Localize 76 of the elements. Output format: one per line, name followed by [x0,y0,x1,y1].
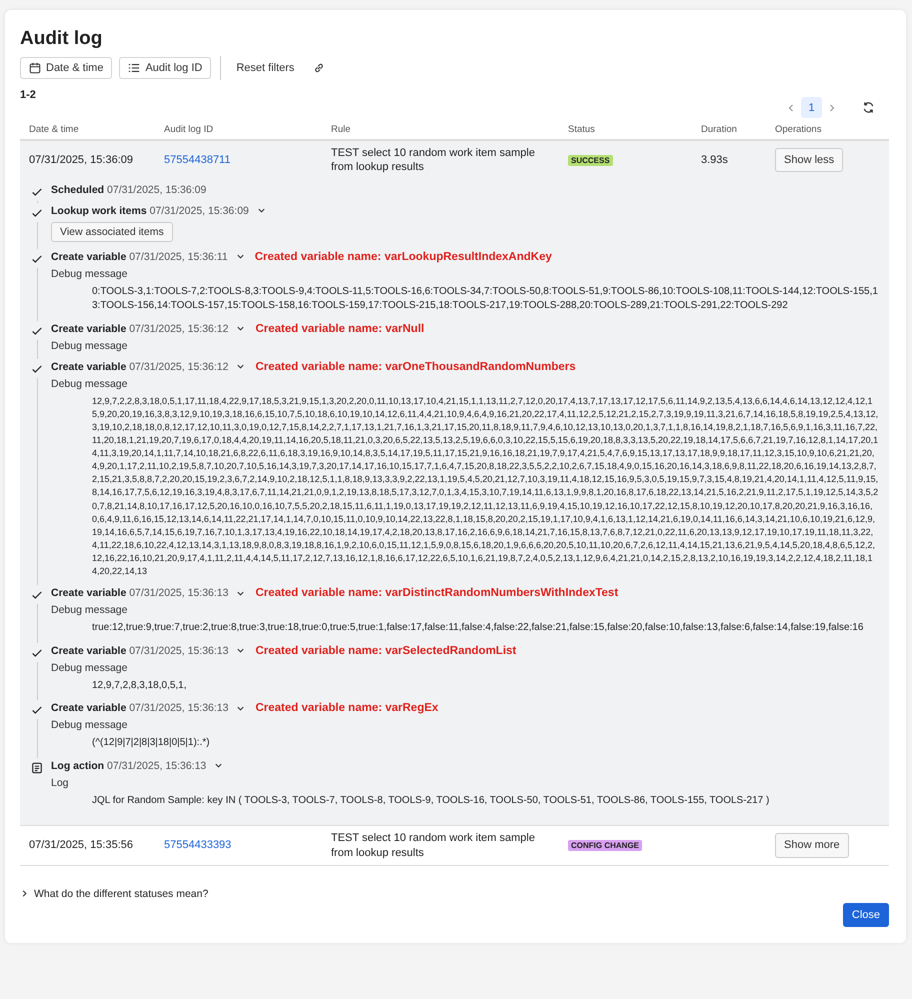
detail-text: 12,9,7,2,2,8,3,18,0,5,1,17,11,18,4,22,9,17,18,5,3,21,9,15,1,3,20,2,20,0,11,10,13,17,10,4,21,15,1,1,13,11,2,7,12,0,20,17,4,13,7,17,13,17,12,17,5,6,11,14,9,2,13,5,4,13,6,6,14,4,6,14,13,12,12,4,12,15,9,20,20,19,16,3,8,3,12,9,10,19,3,18,16,6,15,10,7,5,10,18,6,10,19,10,14,12,6,11,4,4,21,10,9,4,6,4,9,16,21,20,22,17,4,11,12,2,5,12,21,2,15,2,7,3,19,9,19,11,3,21,6,7,14,16,18,5,8,19,19,2,5,4,13,12,3,19,10,2,18,18,0,8,12,17,12,10,11,3,0,19,0,12,7,15,8,14,2,2,7,1,17,13,1,21,7,16,1,3,21,17,15,20,11,8,18,9,11,7,9,4,6,10,12,13,10,13,0,20,1,3,7,1,1,8,16,14,19,8,2,1,18,7,16,5,6,9,1,16,3,11,16,7,22,11,20,18,1,21,19,20,7,19,6,17,0,18,4,4,20,19,11,14,16,20,5,18,11,21,0,3,20,6,5,22,13,5,13,2,5,19,6,6,0,3,10,22,15,5,15,6,19,20,18,8,3,3,13,5,20,22,19,18,14,17,5,6,6,7,21,19,7,16,12,8,1,14,17,20,14,11,3,19,20,14,1,11,7,14,10,18,21,6,8,22,6,11,6,18,3,19,16,9,10,14,8,3,5,14,17,19,5,11,17,15,21,9,16,16,18,21,19,7,9,17,4,21,5,4,7,6,9,15,13,17,13,17,18,9,9,18,17,11,12,3,15,10,9,10,6,21,21,20,4,9,20,1,17,2,11,10,2,19,5,8,7,10,20,7,10,5,16,14,3,19,7,3,20,17,14,17,16,10,15,17,7,1,6,4,7,15,20,8,18,22,3,5,5,2,2,10,2,6,7,15,18,4,9,0,15,16,20,16,14,3,18,6,9,8,11,22,18,20,6,16,19,14,13,2,8,7,2,15,21,3,5,8,8,7,2,20,20,15,19,2,3,6,7,2,14,9,10,2,18,12,5,1,1,8,18,9,13,3,3,9,2,22,13,1,19,5,4,5,20,21,12,7,10,3,19,11,4,18,12,15,16,9,5,3,0,5,19,15,9,7,3,15,4,8,19,21,4,20,14,1,11,4,12,5,11,9,15,8,14,16,17,7,5,6,12,19,16,3,19,4,8,3,17,6,7,11,14,21,21,0,9,1,2,19,13,8,18,5,17,3,12,7,0,1,3,4,15,3,10,7,19,14,11,6,13,1,9,9,8,1,20,16,8,17,6,18,22,13,14,21,5,16,2,21,9,11,2,17,5,1,19,12,5,14,3,5,20,7,8,21,14,8,10,17,16,17,12,5,20,16,10,0,16,10,7,5,5,20,2,18,15,11,6,11,1,19,0,13,17,19,19,2,12,11,12,13,11,6,9,19,4,15,10,19,12,16,10,17,22,12,15,8,10,19,12,20,10,17,8,20,20,21,9,16,3,16,16,0,6,4,9,11,6,16,15,12,13,14,6,14,11,22,21,17,14,1,14,7,0,10,15,11,0,10,9,10,14,22,13,22,8,1,18,15,8,20,20,2,15,19,1,17,10,9,4,1,6,13,1,12,14,21,6,19,0,14,11,16,6,14,3,14,21,10,6,10,19,21,6,12,9,19,14,16,6,5,7,14,15,6,19,7,16,7,10,1,3,17,13,4,19,16,22,10,18,14,19,17,4,2,18,20,13,8,17,16,2,16,6,9,6,18,14,21,7,16,15,8,13,7,6,8,7,12,21,0,22,11,6,20,13,13,9,12,17,19,10,17,19,11,18,11,3,22,4,11,22,18,6,10,22,4,12,13,14,3,1,13,18,9,8,0,8,3,19,18,8,16,1,9,2,10,6,0,15,11,12,1,5,9,0,8,15,6,18,20,1,9,6,6,6,20,20,5,10,11,10,20,6,7,2,6,12,11,4,14,15,21,13,6,21,9,5,4,14,5,20,18,4,8,6,5,12,2,12,16,22,16,10,21,20,9,17,4,1,11,2,11,4,4,14,5,11,17,2,12,7,13,16,12,1,8,16,6,17,12,22,6,5,10,1,6,21,19,8,7,2,4,0,5,2,13,1,12,9,6,4,21,21,0,14,2,15,2,8,13,2,10,16,19,19,3,14,2,2,12,4,18,2,11,18,14,20,22,14,13 [92,394,879,578]
caret-icon[interactable] [236,646,246,656]
audit-log-id-link[interactable]: 57554438711 [164,154,230,166]
caret-icon[interactable] [236,324,246,334]
table-cell-text: TEST select 10 random work item sample from lookup results [330,146,536,175]
detail-label: Debug message [51,719,128,732]
column-header: Status [567,124,596,135]
close-button[interactable]: Close [842,902,889,927]
column-header: Operations [774,124,822,135]
check-icon [31,324,43,337]
toggle-details-button[interactable]: Show less [775,148,844,172]
check-icon [31,206,43,219]
dialog-title: Audit log [20,28,104,50]
detail-label: Log [51,776,70,789]
step-title: Create variable 07/31/2025, 15:36:13 [51,644,228,657]
check-icon [31,589,43,602]
detail-label: Debug message [51,340,128,352]
annotation-text: Created variable name: varSelectedRandomList [255,644,516,657]
column-header: Audit log ID [163,124,214,135]
list-icon [128,62,140,74]
detail-label: Debug message [51,662,128,674]
column-header: Date & time [28,124,80,135]
note-icon [31,762,43,774]
check-icon [31,186,43,198]
annotation-text: Created variable name: varDistinctRandomNumbersWithIndexTest [255,587,618,600]
detail-label: Debug message [51,604,128,616]
table-cell-text: 07/31/2025, 15:36:09 [28,153,134,168]
step-title: Create variable 07/31/2025, 15:36:12 [51,322,228,335]
caret-icon[interactable] [256,206,266,216]
status-badge: CONFIG CHANGE [568,840,642,852]
annotation-text: Created variable name: varRegEx [255,702,438,714]
detail-text: true:12,true:9,true:7,true:2,true:8,true:3,true:18,true:0,true:5,true:1,false:17,false:11,false:4,false:22,false:21,false:15,false:20,false:10,false:13,false:6,false:14,false:19,false:16 [92,621,864,636]
statuses-help-toggle[interactable]: What do the different statuses mean? [20,888,889,900]
step-title: Lookup work items 07/31/2025, 15:36:09 [51,204,249,217]
detail-text: 0:TOOLS-3,1:TOOLS-7,2:TOOLS-8,3:TOOLS-9,4:TOOLS-11,5:TOOLS-16,6:TOOLS-34,7:TOOLS-50,8:TOOLS-51,9:TOOLS-86,10:TOOLS-108,11:TOOLS-144,12:TOOLS-155,13:TOOLS-156,14:TOOLS-157,15:TOOLS-158,16:TOOLS-159,17:TOOLS-215,18:TOOLS-217,19:TOOLS-288,20:TOOLS-289,21:TOOLS-291,22:TOOLS-292 [92,284,879,314]
column-header: Duration [700,124,738,135]
next-page-icon[interactable] [827,102,837,112]
detail-text: (^(12|9|7|2|8|3|18|0|5|1):.*) [92,736,211,750]
caret-icon[interactable] [236,252,245,262]
step-title: Create variable 07/31/2025, 15:36:13 [51,587,228,600]
toggle-details-button[interactable]: Show more [775,833,849,858]
check-icon [31,252,43,265]
step-title: Create variable 07/31/2025, 15:36:12 [51,360,228,373]
result-count: 1-2 [20,89,37,101]
refresh-icon[interactable] [862,101,875,114]
table-cell: 3.93s [701,154,728,166]
caret-icon[interactable] [236,362,246,372]
link-icon [313,62,326,74]
check-icon [31,362,43,375]
filter-button[interactable]: Date & time [20,57,112,79]
detail-text: JQL for Random Sample: key IN ( TOOLS-3, TOOLS-7, TOOLS-8, TOOLS-9, TOOLS-16, TOOLS-50, TOOLS-51, TOOLS-86, TOOLS-155, TOOLS-217 ) [92,794,770,808]
step-title: Create variable 07/31/2025, 15:36:13 [51,702,228,714]
page-button[interactable]: 1 [801,97,822,118]
audit-log-id-link[interactable]: 57554433393 [164,839,232,852]
column-header: Rule [330,124,352,135]
table-cell-text: 07/31/2025, 15:35:56 [28,838,134,853]
calendar-icon [29,62,41,74]
check-icon [31,704,43,716]
caret-icon[interactable] [214,761,224,770]
previous-page-icon[interactable] [786,102,796,112]
annotation-text: Created variable name: varLookupResultIndexAndKey [254,250,552,263]
chevron-icon [20,889,29,898]
check-icon [31,646,43,659]
step-title: Scheduled 07/31/2025, 15:36:09 [51,184,206,196]
annotation-text: Created variable name: varOneThousandRandomNumbers [255,360,576,373]
detail-label: Debug message [51,378,128,390]
step-title: Create variable 07/31/2025, 15:36:11 [51,250,228,263]
filter-button[interactable]: Audit log ID [119,57,212,79]
detail-text: 12,9,7,2,8,3,18,0,5,1, [92,678,188,693]
table-cell-text: TEST select 10 random work item sample from lookup results [330,831,536,860]
annotation-text: Created variable name: varNull [255,322,424,335]
status-badge: SUCCESS [568,155,613,166]
reset-filters-button[interactable]: Reset filters [230,58,300,78]
step-title: Log action 07/31/2025, 15:36:13 [51,760,206,772]
view-items-button[interactable]: View associated items [51,222,173,242]
detail-label: Debug message [51,268,128,280]
